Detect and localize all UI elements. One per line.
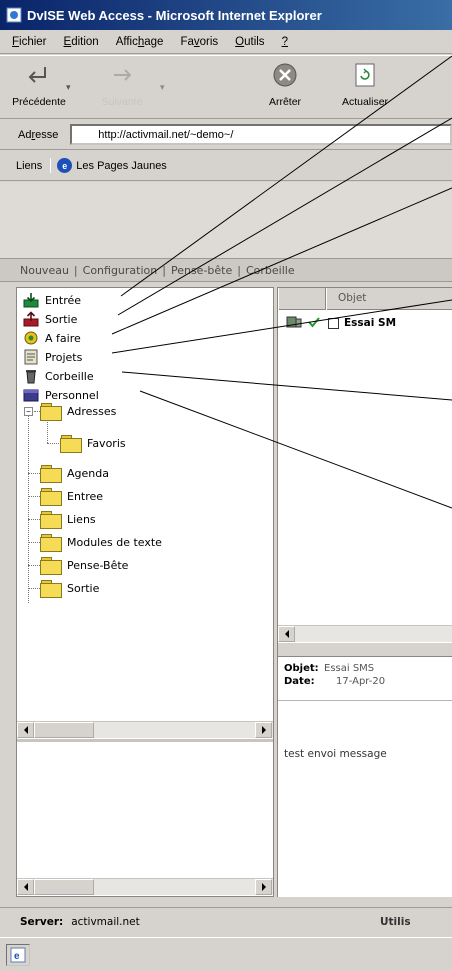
user-label: Utilis (380, 915, 411, 928)
nav-nouveau[interactable]: Nouveau (20, 264, 69, 277)
folder-icon (40, 533, 62, 552)
folder-icon (60, 434, 82, 453)
preview-header: Objet: Essai SMS Date: 17-Apr-20 (278, 657, 452, 701)
folder-corbeille[interactable]: Corbeille (23, 367, 94, 385)
browser-status-bar: e (0, 937, 452, 971)
folder-pense-bete[interactable]: Pense-Bête (40, 554, 128, 576)
todo-icon (23, 330, 39, 346)
folder-entree-perso[interactable]: Entree (40, 485, 103, 507)
ie-link-icon: e (57, 158, 73, 173)
links-bar: Liens e Les Pages Jaunes (0, 151, 452, 181)
scroll-thumb[interactable] (34, 722, 94, 738)
scroll-right-arrow-icon[interactable] (255, 722, 272, 738)
scroll-left-arrow-icon[interactable] (17, 722, 34, 738)
svg-text:e: e (14, 951, 20, 962)
content-top-strip (0, 182, 452, 258)
menu-fichier[interactable]: Fichier (12, 36, 47, 48)
folder-a-faire[interactable]: A faire (23, 329, 81, 347)
preview-body: test envoi message (284, 748, 387, 760)
menu-affichage[interactable]: Affichage (116, 36, 164, 48)
back-dropdown-icon[interactable]: ▾ (66, 82, 71, 93)
preview-date-label: Date: (284, 676, 315, 687)
preview-subject-value: Essai SMS (324, 663, 375, 674)
nav-corbeille[interactable]: Corbeille (246, 264, 295, 277)
folder-favoris[interactable]: Favoris (60, 432, 126, 454)
address-url: http://activmail.net/~demo~/ (98, 128, 234, 141)
preview-subject-label: Objet: (284, 663, 319, 674)
column-objet-label: Objet (338, 292, 367, 304)
window-title-bar: DvISE Web Access - Microsoft Internet Ex… (0, 0, 452, 30)
ie-zone-icon: e (6, 943, 30, 966)
refresh-icon (350, 60, 380, 90)
window-title: DvISE Web Access - Microsoft Internet Ex… (27, 7, 322, 23)
ie-page-icon (6, 7, 22, 23)
back-button[interactable]: Précédente (4, 60, 74, 118)
folder-icon (40, 464, 62, 483)
app-nav-bar: Nouveau | Configuration | Pense-bête | C… (0, 258, 452, 282)
folder-pane: Entrée Sortie A faire Projets Corbeille (16, 287, 274, 897)
stop-icon (270, 60, 300, 90)
back-arrow-icon (24, 60, 54, 90)
address-input[interactable]: http://activmail.net/~demo~/ (70, 124, 452, 145)
nav-pense-bete[interactable]: Pense-bête (171, 264, 232, 277)
forward-button[interactable]: Suivante (82, 60, 162, 118)
folder-icon (40, 579, 62, 598)
link-pages-jaunes[interactable]: e Les Pages Jaunes (50, 158, 167, 173)
projects-icon (23, 349, 39, 365)
folder-liens[interactable]: Liens (40, 508, 96, 530)
browser-toolbar: Précédente ▾ Suivante ▾ Arrêter Actualis… (0, 55, 452, 119)
folder-icon (40, 556, 62, 575)
refresh-button[interactable]: Actualiser (330, 60, 400, 118)
address-bar: Adresse http://activmail.net/~demo~/ (0, 120, 452, 150)
menu-bar: Fichier Edition Affichage Favoris Outils… (0, 30, 452, 54)
folder-entree[interactable]: Entrée (23, 291, 81, 309)
forward-arrow-icon (107, 60, 137, 90)
forward-dropdown-icon[interactable]: ▾ (160, 82, 165, 93)
message-subject: Essai SM (344, 317, 397, 329)
links-label: Liens (16, 159, 43, 172)
lower-pane-scrollbar[interactable] (17, 878, 273, 895)
column-icons-header[interactable] (278, 288, 326, 310)
folder-tree: Entrée Sortie A faire Projets Corbeille (17, 288, 273, 720)
folder-projets[interactable]: Projets (23, 348, 82, 366)
pane-divider[interactable] (17, 739, 273, 742)
folder-agenda[interactable]: Agenda (40, 462, 109, 484)
folder-icon (40, 510, 62, 529)
address-label: Adresse (18, 128, 59, 141)
folder-modules-de-texte[interactable]: Modules de texte (40, 531, 162, 553)
inbox-icon (23, 292, 39, 308)
folder-adresses[interactable]: Adresses (40, 400, 116, 422)
message-pane: Objet Essai SM Objet: Essai SMS Date: 17… (277, 287, 452, 897)
scroll-thumb[interactable] (34, 879, 94, 895)
personal-icon (23, 387, 39, 403)
message-list-scrollbar[interactable] (278, 625, 452, 642)
folder-sortie[interactable]: Sortie (23, 310, 77, 328)
server-label: Server: (20, 915, 64, 928)
scroll-left-arrow-icon[interactable] (17, 879, 34, 895)
menu-outils[interactable]: Outils (235, 36, 264, 48)
app-status-bar: Server: activmail.net Utilis (0, 907, 452, 935)
server-value: activmail.net (71, 915, 140, 928)
message-select-checkbox[interactable] (328, 317, 339, 329)
menu-edition[interactable]: Edition (64, 36, 99, 48)
sms-icon (286, 315, 302, 332)
folder-sortie-perso[interactable]: Sortie (40, 577, 99, 599)
nav-configuration[interactable]: Configuration (83, 264, 158, 277)
read-check-icon (308, 316, 320, 331)
stop-button[interactable]: Arrêter (255, 60, 315, 118)
collapse-adresses-icon[interactable]: − (24, 407, 33, 416)
menu-favoris[interactable]: Favoris (180, 36, 218, 48)
message-list-header: Objet (278, 288, 452, 310)
trash-icon (23, 368, 39, 384)
menu-help[interactable]: ? (282, 36, 288, 48)
outbox-icon (23, 311, 39, 327)
scroll-right-arrow-icon[interactable] (255, 879, 272, 895)
preview-splitter[interactable] (278, 643, 452, 657)
folder-tree-scrollbar[interactable] (17, 721, 273, 738)
folder-icon (40, 402, 62, 421)
scroll-left-arrow-icon[interactable] (278, 626, 295, 642)
message-row[interactable]: Essai SM (286, 314, 396, 332)
preview-date-value: 17-Apr-20 (336, 676, 386, 687)
folder-icon (40, 487, 62, 506)
